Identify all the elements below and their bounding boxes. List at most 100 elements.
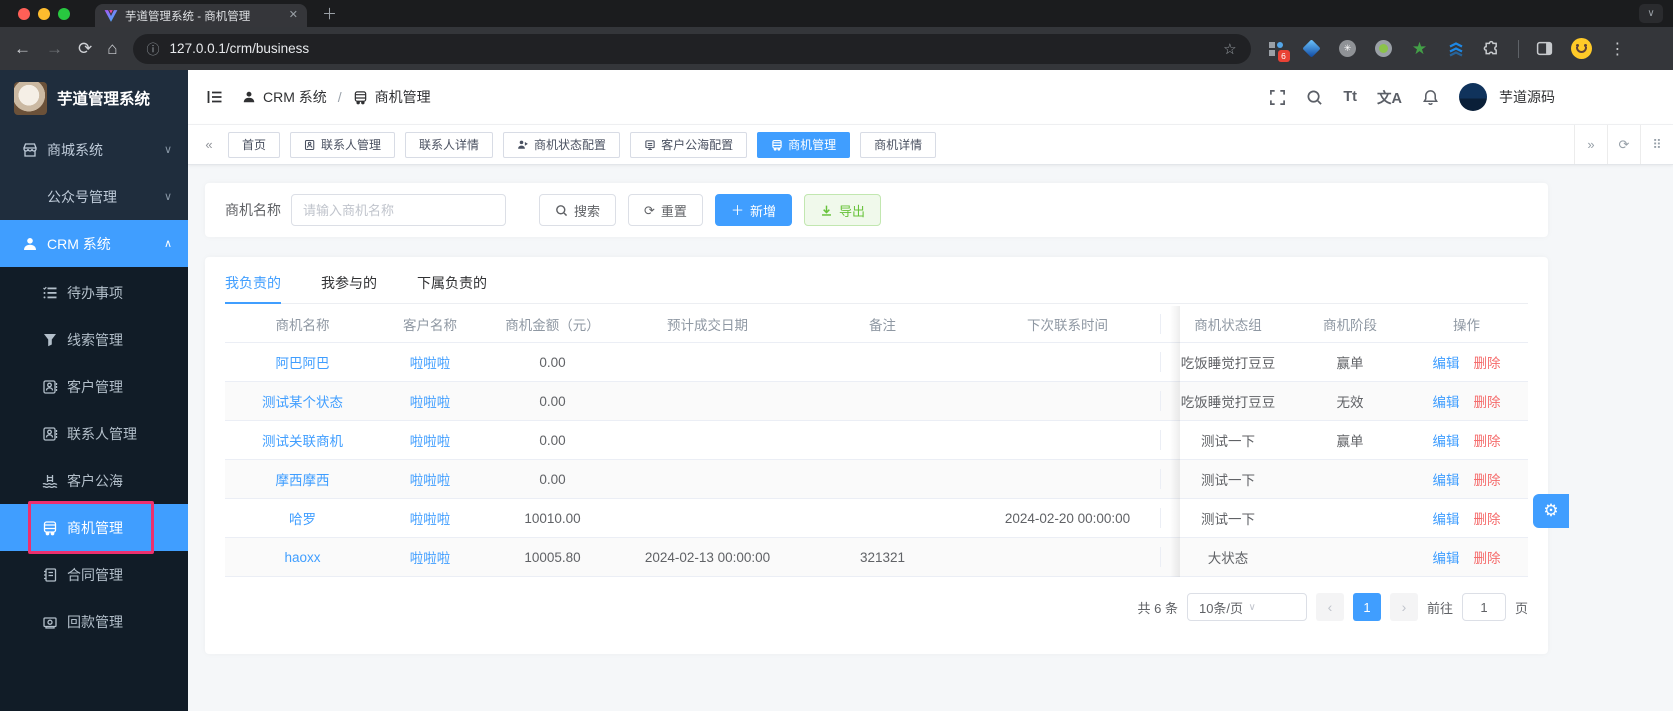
cell-customer-name[interactable]: 啦啦啦 — [380, 430, 480, 450]
reload-icon[interactable]: ⟳ — [78, 40, 92, 57]
gem-extension-icon[interactable] — [1302, 39, 1322, 59]
tab-subordinate[interactable]: 下属负责的 — [417, 273, 487, 303]
tag-business-detail[interactable]: 商机详情 — [860, 131, 937, 158]
notification-bell-icon[interactable] — [1422, 89, 1439, 106]
business-name-input[interactable] — [291, 194, 506, 226]
tag-home[interactable]: 首页 — [228, 131, 281, 158]
sidebar-item-customer[interactable]: 客户管理 — [0, 363, 188, 410]
delete-link[interactable]: 删除 — [1474, 430, 1501, 450]
breadcrumb-item-crm[interactable]: CRM 系统 — [263, 87, 327, 107]
plus-icon: ＋ — [730, 202, 744, 218]
cell-customer-name[interactable]: 啦啦啦 — [380, 352, 480, 372]
prev-page-button[interactable]: ‹ — [1315, 593, 1344, 621]
export-button[interactable]: 导出 — [803, 194, 881, 226]
tab-search-chevron-icon[interactable]: ∨ — [1639, 4, 1663, 23]
zoom-window-button[interactable] — [58, 8, 70, 20]
goto-page-input[interactable] — [1461, 593, 1506, 621]
page-number-current[interactable]: 1 — [1352, 593, 1381, 621]
circle-asterisk-extension-icon[interactable]: ✳ — [1338, 39, 1358, 59]
edit-link[interactable]: 编辑 — [1433, 469, 1460, 489]
add-button[interactable]: ＋ 新增 — [714, 194, 792, 226]
header-actions: 操作 — [1453, 318, 1480, 333]
delete-link[interactable]: 删除 — [1474, 508, 1501, 528]
delete-link[interactable]: 删除 — [1474, 469, 1501, 489]
delete-link[interactable]: 删除 — [1474, 391, 1501, 411]
tag-status-config[interactable]: 商机状态配置 — [503, 131, 621, 158]
delete-link[interactable]: 删除 — [1474, 547, 1501, 567]
sidebar-item-mall-system[interactable]: 商城系统 ∨ — [0, 126, 188, 173]
edit-link[interactable]: 编辑 — [1433, 352, 1460, 372]
sidebar-item-clue[interactable]: 线索管理 — [0, 316, 188, 363]
cell-opportunity-name[interactable]: 摩西摩西 — [225, 469, 380, 489]
cell-opportunity-name[interactable]: 哈罗 — [225, 508, 380, 528]
fullscreen-icon[interactable] — [1269, 89, 1286, 106]
cell-opportunity-name[interactable]: 阿巴阿巴 — [225, 352, 380, 372]
star-extension-icon[interactable]: ★ — [1410, 39, 1430, 59]
user-name[interactable]: 芋道源码 — [1499, 87, 1555, 107]
sidebar-item-todo[interactable]: 待办事项 — [0, 269, 188, 316]
tag-contacts[interactable]: 联系人管理 — [290, 131, 396, 158]
address-bar[interactable]: ⓘ 127.0.0.1/crm/business ☆ — [132, 33, 1251, 64]
cell-customer-name[interactable]: 啦啦啦 — [380, 469, 480, 489]
page-size-select[interactable]: 10条/页 ∨ — [1186, 593, 1307, 621]
edit-link[interactable]: 编辑 — [1433, 430, 1460, 450]
back-icon[interactable]: ← — [14, 40, 31, 57]
next-page-button[interactable]: › — [1389, 593, 1418, 621]
browser-tab[interactable]: 芋道管理系统 - 商机管理 ✕ — [95, 4, 307, 27]
settings-gear-button[interactable]: ⚙ — [1533, 494, 1569, 528]
tab-close-icon[interactable]: ✕ — [289, 10, 298, 21]
sidebar-item-business[interactable]: 商机管理 — [0, 501, 188, 554]
grid-extension-icon[interactable]: 6 — [1266, 39, 1290, 62]
app-logo[interactable]: 芋道管理系统 — [0, 70, 188, 126]
cell-customer-name[interactable]: 啦啦啦 — [380, 391, 480, 411]
edit-link[interactable]: 编辑 — [1433, 508, 1460, 528]
scroll-left-icon[interactable]: « — [196, 137, 222, 152]
sidebar-item-official-account[interactable]: 公众号管理 ∨ — [0, 173, 188, 220]
user-avatar[interactable] — [1459, 83, 1487, 111]
tag-business[interactable]: 商机管理 — [757, 131, 851, 158]
minimize-window-button[interactable] — [38, 8, 50, 20]
url-text[interactable]: 127.0.0.1/crm/business — [170, 41, 1214, 56]
forward-icon[interactable]: → — [46, 40, 63, 57]
sidebar-item-contract[interactable]: 合同管理 — [0, 551, 188, 598]
font-size-icon[interactable]: Tt — [1343, 89, 1357, 105]
sidebar-item-crm-system[interactable]: CRM 系统 ∧ — [0, 220, 188, 267]
tab-my-responsible[interactable]: 我负责的 — [225, 273, 281, 304]
overflow-menu-icon[interactable]: ⋮ — [1608, 39, 1628, 59]
tag-pool-config[interactable]: 客户公海配置 — [630, 131, 748, 158]
cell-opportunity-name[interactable]: 测试某个状态 — [225, 391, 380, 411]
menu-fold-icon[interactable] — [206, 88, 224, 106]
sidebar-item-customer-pool[interactable]: 客户公海 — [0, 457, 188, 504]
tag-menu-grid-icon[interactable]: ⠿ — [1640, 125, 1673, 164]
edit-link[interactable]: 编辑 — [1433, 547, 1460, 567]
edit-link[interactable]: 编辑 — [1433, 391, 1460, 411]
translate-icon[interactable]: 文A — [1377, 87, 1402, 108]
new-tab-button[interactable]: ＋ — [322, 3, 337, 24]
search-icon[interactable] — [1306, 89, 1323, 106]
cell-customer-name[interactable]: 啦啦啦 — [380, 508, 480, 528]
cell-customer-name[interactable]: 啦啦啦 — [380, 547, 480, 567]
profile-smiley-icon[interactable] — [1570, 38, 1592, 59]
search-button[interactable]: 搜索 — [539, 194, 617, 226]
refresh-icon[interactable]: ⟳ — [1607, 125, 1640, 164]
tag-contact-detail[interactable]: 联系人详情 — [405, 131, 494, 158]
scroll-right-icon[interactable]: » — [1574, 125, 1607, 164]
puzzle-extensions-icon[interactable] — [1482, 39, 1502, 59]
breadcrumb: CRM 系统 / 商机管理 — [242, 87, 431, 107]
bookmark-star-icon[interactable]: ☆ — [1223, 40, 1236, 58]
reset-button[interactable]: ⟳ 重置 — [628, 194, 703, 226]
site-info-icon[interactable]: ⓘ — [147, 39, 160, 58]
sidebar-item-contacts[interactable]: 联系人管理 — [0, 410, 188, 457]
chevron-up-icon: ∧ — [163, 238, 172, 250]
layers-extension-icon[interactable] — [1446, 39, 1466, 59]
cell-opportunity-name[interactable]: haoxx — [225, 550, 380, 565]
side-panel-icon[interactable] — [1535, 39, 1555, 59]
tab-my-participated[interactable]: 我参与的 — [321, 273, 377, 303]
breadcrumb-separator: / — [337, 89, 342, 105]
circle-dot-extension-icon[interactable] — [1374, 39, 1394, 59]
home-icon[interactable]: ⌂ — [107, 40, 117, 57]
close-window-button[interactable] — [18, 8, 30, 20]
delete-link[interactable]: 删除 — [1474, 352, 1501, 372]
cell-opportunity-name[interactable]: 测试关联商机 — [225, 430, 380, 450]
sidebar-item-receivable[interactable]: 回款管理 — [0, 598, 188, 645]
